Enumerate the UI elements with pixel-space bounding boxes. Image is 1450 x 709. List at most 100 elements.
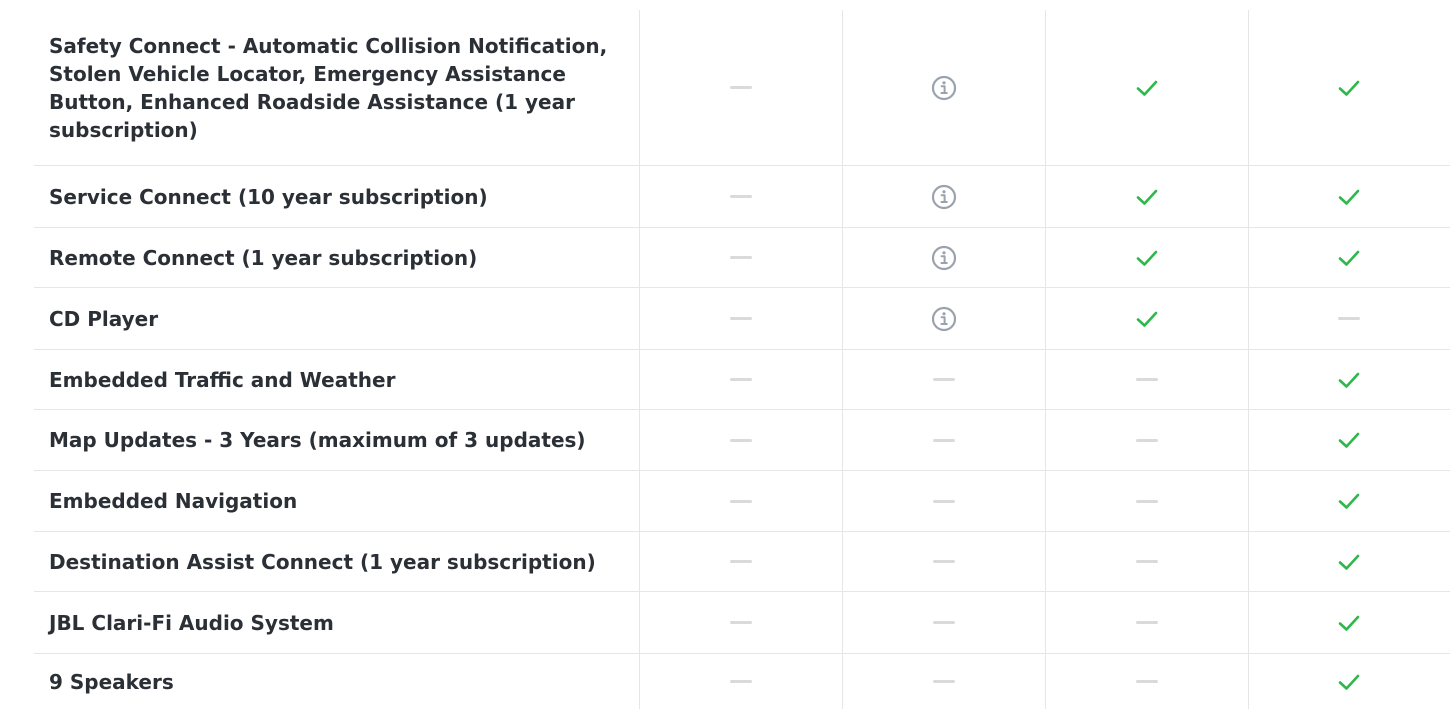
check-icon	[1338, 371, 1360, 389]
trim-cell-3	[1045, 10, 1248, 165]
dash-icon	[1136, 499, 1158, 503]
trim-cell-4	[1248, 228, 1448, 287]
info-icon[interactable]	[931, 184, 957, 210]
trim-cell-4	[1248, 471, 1448, 531]
table-row: Remote Connect (1 year subscription)	[34, 228, 1450, 288]
feature-label: CD Player	[49, 306, 159, 331]
check-icon	[1338, 673, 1360, 691]
trim-cell-3	[1045, 654, 1248, 709]
info-icon[interactable]	[931, 75, 957, 101]
table-row: Service Connect (10 year subscription)	[34, 166, 1450, 228]
feature-label: Embedded Traffic and Weather	[49, 367, 396, 392]
feature-label: Safety Connect - Automatic Collision Not…	[49, 33, 608, 142]
dash-icon	[1136, 680, 1158, 683]
trim-cell-1	[639, 10, 842, 165]
table-row: Safety Connect - Automatic Collision Not…	[34, 10, 1450, 166]
check-icon	[1136, 188, 1158, 206]
trim-cell-3	[1045, 592, 1248, 653]
trim-cell-2	[842, 471, 1045, 531]
dash-icon	[933, 438, 955, 442]
dash-icon	[933, 680, 955, 683]
trim-cell-3	[1045, 410, 1248, 470]
trim-cell-2	[842, 288, 1045, 349]
dash-icon	[1136, 560, 1158, 563]
trim-cell-1	[639, 288, 842, 349]
trim-cell-1	[639, 228, 842, 287]
feature-label: JBL Clari-Fi Audio System	[49, 610, 334, 635]
trim-cell-4	[1248, 10, 1448, 165]
table-row: Embedded Navigation	[34, 471, 1450, 532]
dash-icon	[1136, 378, 1158, 381]
trim-cell-1	[639, 166, 842, 227]
feature-label: 9 Speakers	[49, 669, 174, 694]
trim-cell-1	[639, 350, 842, 409]
trim-cell-2	[842, 10, 1045, 165]
check-icon	[1338, 431, 1360, 449]
trim-cell-3	[1045, 166, 1248, 227]
check-icon	[1136, 249, 1158, 267]
check-icon	[1338, 188, 1360, 206]
dash-icon	[933, 378, 955, 381]
feature-label: Destination Assist Connect (1 year subsc…	[49, 549, 596, 574]
trim-cell-2	[842, 350, 1045, 409]
dash-icon	[730, 499, 752, 503]
feature-comparison-table: Safety Connect - Automatic Collision Not…	[34, 10, 1450, 709]
table-row: CD Player	[34, 288, 1450, 350]
trim-cell-1	[639, 532, 842, 591]
trim-cell-3	[1045, 288, 1248, 349]
table-row: 9 Speakers	[34, 654, 1450, 709]
trim-cell-4	[1248, 166, 1448, 227]
dash-icon	[933, 621, 955, 624]
dash-icon	[1337, 317, 1360, 320]
dash-icon	[730, 560, 752, 563]
check-icon	[1338, 614, 1360, 632]
table-row: JBL Clari-Fi Audio System	[34, 592, 1450, 654]
info-icon[interactable]	[931, 306, 957, 332]
dash-icon	[730, 86, 752, 89]
trim-cell-2	[842, 532, 1045, 591]
trim-cell-2	[842, 592, 1045, 653]
check-icon	[1136, 79, 1158, 97]
info-icon[interactable]	[931, 245, 957, 271]
feature-label: Remote Connect (1 year subscription)	[49, 245, 478, 270]
dash-icon	[730, 438, 752, 442]
trim-cell-4	[1248, 654, 1448, 709]
trim-cell-1	[639, 654, 842, 709]
trim-cell-4	[1248, 532, 1448, 591]
check-icon	[1136, 310, 1158, 328]
check-icon	[1338, 492, 1360, 510]
dash-icon	[933, 560, 955, 563]
table-row: Map Updates - 3 Years (maximum of 3 upda…	[34, 410, 1450, 471]
dash-icon	[933, 499, 955, 503]
dash-icon	[730, 680, 752, 683]
trim-cell-1	[639, 471, 842, 531]
feature-label: Map Updates - 3 Years (maximum of 3 upda…	[49, 428, 586, 452]
trim-cell-1	[639, 410, 842, 470]
table-row: Destination Assist Connect (1 year subsc…	[34, 532, 1450, 592]
trim-cell-4	[1248, 288, 1448, 349]
dash-icon	[1136, 438, 1158, 442]
dash-icon	[1136, 621, 1158, 624]
check-icon	[1338, 249, 1360, 267]
trim-cell-4	[1248, 350, 1448, 409]
trim-cell-4	[1248, 410, 1448, 470]
trim-cell-2	[842, 166, 1045, 227]
dash-icon	[730, 195, 752, 198]
trim-cell-3	[1045, 471, 1248, 531]
table-row: Embedded Traffic and Weather	[34, 350, 1450, 410]
trim-cell-4	[1248, 592, 1448, 653]
check-icon	[1338, 79, 1360, 97]
trim-cell-2	[842, 654, 1045, 709]
trim-cell-2	[842, 228, 1045, 287]
feature-label: Service Connect (10 year subscription)	[49, 184, 488, 209]
feature-label: Embedded Navigation	[49, 489, 298, 513]
dash-icon	[730, 256, 752, 259]
trim-cell-3	[1045, 228, 1248, 287]
dash-icon	[730, 317, 752, 320]
trim-cell-2	[842, 410, 1045, 470]
check-icon	[1338, 553, 1360, 571]
trim-cell-1	[639, 592, 842, 653]
dash-icon	[730, 621, 752, 624]
trim-cell-3	[1045, 350, 1248, 409]
trim-cell-3	[1045, 532, 1248, 591]
